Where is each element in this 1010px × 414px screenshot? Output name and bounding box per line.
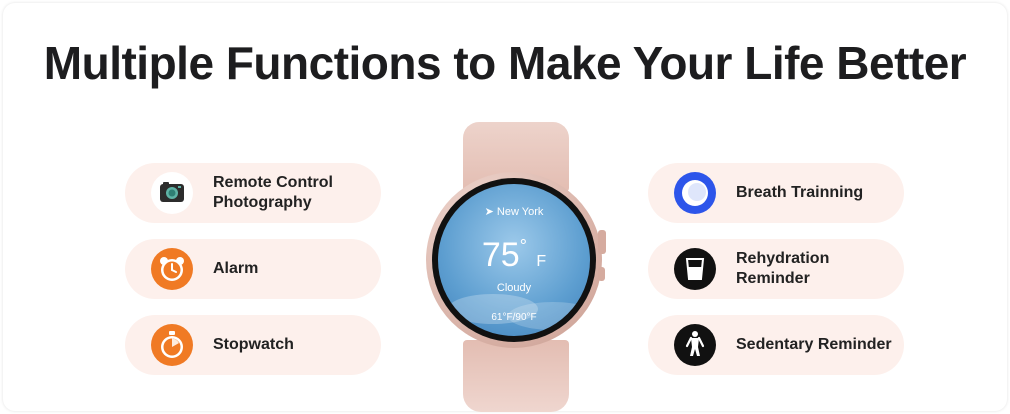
feature-sedentary: Sedentary Reminder <box>648 315 904 375</box>
alarm-clock-icon <box>150 247 194 291</box>
watch-band-bottom <box>463 340 569 412</box>
stopwatch-icon <box>150 323 194 367</box>
watch-crown <box>598 230 606 254</box>
location-arrow-icon: ➤ <box>484 206 494 218</box>
weather-city: ➤ New York <box>484 206 544 218</box>
water-glass-icon <box>673 247 717 291</box>
feature-breath-training: Breath Trainning <box>648 163 904 223</box>
feature-stopwatch: Stopwatch <box>125 315 381 375</box>
watch-button <box>598 267 605 281</box>
feature-label: Breath Trainning <box>736 184 864 201</box>
feature-rehydration: Rehydration Reminder <box>648 239 904 299</box>
watch-face: ➤ New York 75° F Cloudy 61°F/90°F <box>438 184 590 336</box>
breath-ring-icon <box>673 171 717 215</box>
feature-alarm: Alarm <box>125 239 381 299</box>
camera-icon <box>150 171 194 215</box>
feature-label: Alarm <box>213 260 259 277</box>
weather-condition: Cloudy <box>496 282 532 294</box>
standing-person-icon <box>673 323 717 367</box>
feature-label: Stopwatch <box>213 336 294 353</box>
page-title: Multiple Functions to Make Your Life Bet… <box>43 37 967 89</box>
feature-label: Sedentary Reminder <box>736 336 892 353</box>
feature-remote-photography: Remote Control Photography <box>125 163 381 223</box>
smartwatch-image: ➤ New York 75° F Cloudy 61°F/90°F <box>418 122 614 412</box>
weather-range: 61°F/90°F <box>491 312 537 323</box>
feature-label: Rehydration Reminder <box>736 250 830 287</box>
weather-temperature: 75° F <box>481 236 547 274</box>
feature-label: Remote Control Photography <box>213 174 333 211</box>
